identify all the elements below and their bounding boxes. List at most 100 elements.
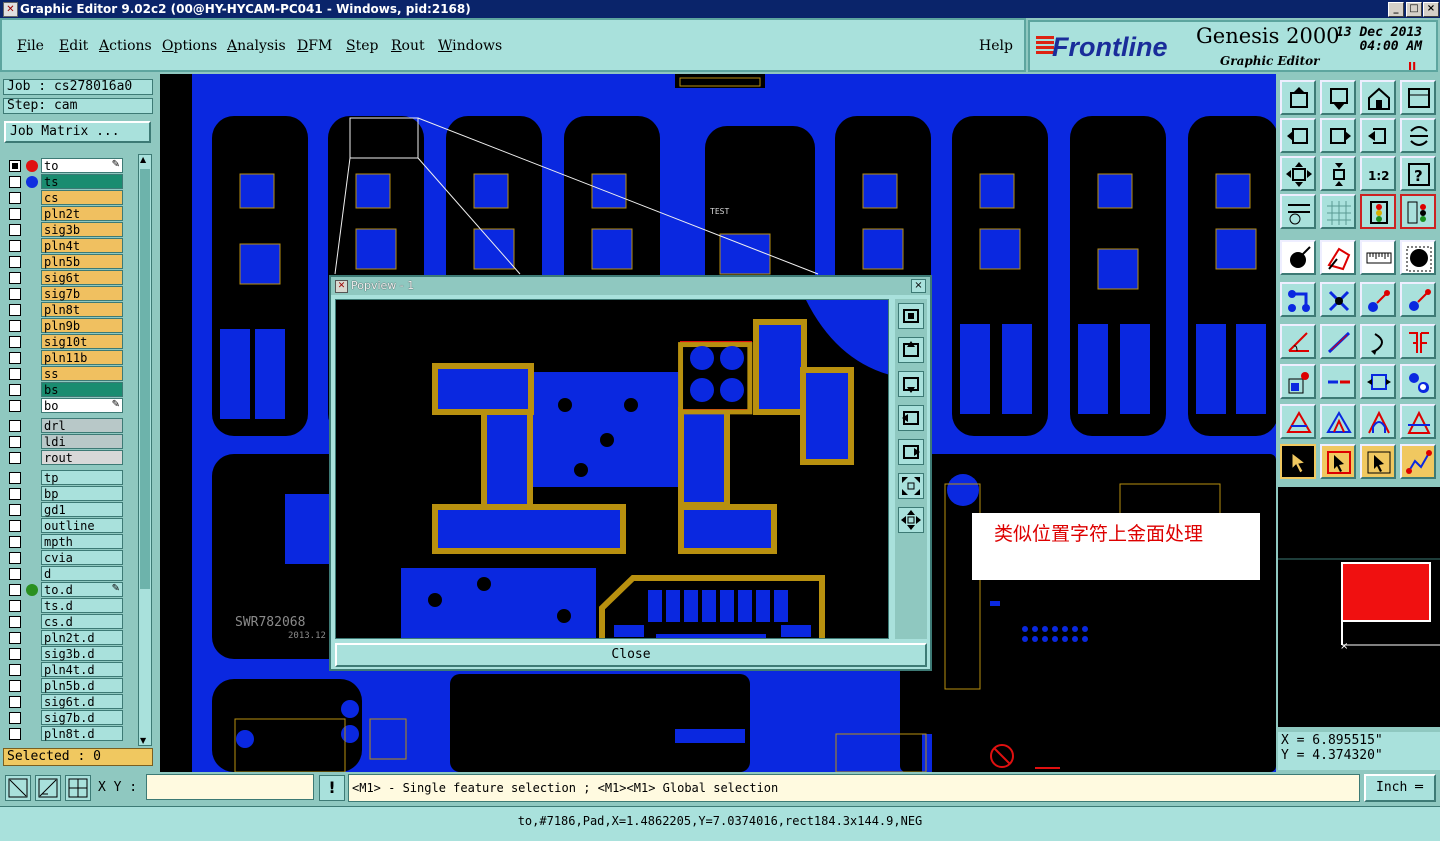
home-down-icon[interactable] bbox=[1320, 80, 1356, 115]
layer-name[interactable]: bs bbox=[41, 382, 123, 397]
layer-name[interactable]: pln8t bbox=[41, 302, 123, 317]
layer-row[interactable]: bo ✎ bbox=[4, 398, 126, 414]
popview-zoom-in-icon[interactable] bbox=[898, 473, 924, 499]
layer-row[interactable]: bp bbox=[4, 486, 126, 502]
layer-row[interactable]: bs bbox=[4, 382, 126, 398]
layer-row[interactable]: sig3b bbox=[4, 222, 126, 238]
layer-checkbox[interactable] bbox=[9, 536, 21, 548]
layer-name[interactable]: ts.d bbox=[41, 598, 123, 613]
layer-name[interactable]: cs.d bbox=[41, 614, 123, 629]
layer-row[interactable]: gd1 bbox=[4, 502, 126, 518]
pan-right-icon[interactable] bbox=[1320, 118, 1356, 153]
select-path-icon[interactable] bbox=[1400, 444, 1436, 479]
stretch-icon[interactable] bbox=[1360, 364, 1396, 399]
select-polygon-icon[interactable] bbox=[1360, 444, 1396, 479]
layer-name[interactable]: sig3b bbox=[41, 222, 123, 237]
layer-checkbox[interactable] bbox=[9, 552, 21, 564]
layer-checkbox[interactable] bbox=[9, 240, 21, 252]
layer-name[interactable]: outline bbox=[41, 518, 123, 533]
layer-row[interactable]: pln4t bbox=[4, 238, 126, 254]
layer-row[interactable]: to ✎ bbox=[4, 158, 126, 174]
layer-name[interactable]: sig6t bbox=[41, 270, 123, 285]
line-draw-icon[interactable] bbox=[1320, 324, 1356, 359]
layer-row[interactable]: pln4t.d bbox=[4, 662, 126, 678]
layer-row[interactable]: cs bbox=[4, 190, 126, 206]
layer-name[interactable]: ldi bbox=[41, 434, 123, 449]
layer-row[interactable]: pln2t.d bbox=[4, 630, 126, 646]
arch-icon[interactable] bbox=[1360, 404, 1396, 439]
layer-checkbox[interactable] bbox=[9, 160, 21, 172]
layer-row[interactable]: d bbox=[4, 566, 126, 582]
layer-row[interactable]: cs.d bbox=[4, 614, 126, 630]
unit-selector[interactable]: Inch ═ bbox=[1364, 774, 1436, 802]
maximize-button[interactable]: □ bbox=[1406, 2, 1422, 17]
layer-checkbox[interactable] bbox=[9, 320, 21, 332]
popview-pan-down-icon[interactable] bbox=[898, 371, 924, 397]
layer-checkbox[interactable] bbox=[9, 680, 21, 692]
menu-analysis[interactable]: Analysis bbox=[227, 38, 286, 54]
layer-name[interactable]: ts bbox=[41, 174, 123, 189]
layer-row[interactable]: rout bbox=[4, 450, 126, 466]
menu-file[interactable]: File bbox=[17, 38, 44, 54]
layer-name[interactable]: tp bbox=[41, 470, 123, 485]
layer-checkbox[interactable] bbox=[9, 352, 21, 364]
snap-point-icon[interactable] bbox=[1400, 240, 1436, 275]
menu-options[interactable]: Options bbox=[162, 38, 217, 54]
job-matrix-button[interactable]: Job Matrix ... bbox=[4, 121, 151, 143]
layer-row[interactable]: sig6t.d bbox=[4, 694, 126, 710]
layer-row[interactable]: outline bbox=[4, 518, 126, 534]
zoom-window-icon[interactable] bbox=[5, 775, 31, 801]
layer-name[interactable]: sig7b.d bbox=[41, 710, 123, 725]
home-up-icon[interactable] bbox=[1280, 80, 1316, 115]
layer-row[interactable]: cvia bbox=[4, 550, 126, 566]
layer-name[interactable]: gd1 bbox=[41, 502, 123, 517]
layer-scrollbar[interactable]: ▲ ▼ bbox=[138, 154, 152, 746]
help-query-icon[interactable]: ? bbox=[1400, 156, 1436, 191]
layer-checkbox[interactable] bbox=[9, 436, 21, 448]
layer-name[interactable]: sig6t.d bbox=[41, 694, 123, 709]
layer-checkbox[interactable] bbox=[9, 488, 21, 500]
layer-name[interactable]: sig10t bbox=[41, 334, 123, 349]
layer-checkbox[interactable] bbox=[9, 696, 21, 708]
scroll-thumb[interactable] bbox=[140, 169, 150, 589]
redraw-icon[interactable] bbox=[1400, 118, 1436, 153]
home-icon[interactable] bbox=[1360, 80, 1396, 115]
popview-pan-up-icon[interactable] bbox=[898, 337, 924, 363]
layer-row[interactable]: sig3b.d bbox=[4, 646, 126, 662]
popview-close-button[interactable]: Close bbox=[335, 643, 927, 667]
layer-name[interactable]: pln8t.d bbox=[41, 726, 123, 741]
layer-row[interactable]: to.d ✎ bbox=[4, 582, 126, 598]
select-pointer-icon[interactable] bbox=[1280, 444, 1316, 479]
angle-measure-icon[interactable] bbox=[1280, 324, 1316, 359]
layer-name[interactable]: sig3b.d bbox=[41, 646, 123, 661]
layer-checkbox[interactable] bbox=[9, 616, 21, 628]
move-feature-icon[interactable] bbox=[1360, 282, 1396, 317]
layer-checkbox[interactable] bbox=[9, 272, 21, 284]
layer-checkbox[interactable] bbox=[9, 224, 21, 236]
copy-feature-icon[interactable] bbox=[1400, 282, 1436, 317]
merge-pads-icon[interactable] bbox=[1400, 364, 1436, 399]
layer-row[interactable]: pln8t bbox=[4, 302, 126, 318]
layer-checkbox[interactable] bbox=[9, 504, 21, 516]
layer-name[interactable]: bp bbox=[41, 486, 123, 501]
overview-map[interactable]: × bbox=[1278, 486, 1440, 727]
menu-step[interactable]: Step bbox=[346, 38, 378, 54]
layer-checkbox[interactable] bbox=[9, 288, 21, 300]
menu-actions[interactable]: Actions bbox=[99, 38, 152, 54]
palette-icon[interactable] bbox=[1280, 194, 1316, 229]
layer-checkbox[interactable] bbox=[9, 452, 21, 464]
xy-input[interactable] bbox=[146, 774, 314, 800]
window-fit-icon[interactable] bbox=[1400, 80, 1436, 115]
layer-checkbox[interactable] bbox=[9, 176, 21, 188]
feature-connect-icon[interactable] bbox=[1280, 282, 1316, 317]
popview-pan-right-icon[interactable] bbox=[898, 439, 924, 465]
layer-name[interactable]: pln4t bbox=[41, 238, 123, 253]
popview-pan-left-icon[interactable] bbox=[898, 405, 924, 431]
snap-display-icon[interactable] bbox=[1400, 194, 1436, 229]
layer-name[interactable]: pln5b.d bbox=[41, 678, 123, 693]
split-icon[interactable] bbox=[1400, 324, 1436, 359]
zoom-back-icon[interactable] bbox=[1360, 118, 1396, 153]
menu-windows[interactable]: Windows bbox=[438, 38, 502, 54]
layer-checkbox[interactable] bbox=[9, 400, 21, 412]
ruler-icon[interactable] bbox=[1360, 240, 1396, 275]
